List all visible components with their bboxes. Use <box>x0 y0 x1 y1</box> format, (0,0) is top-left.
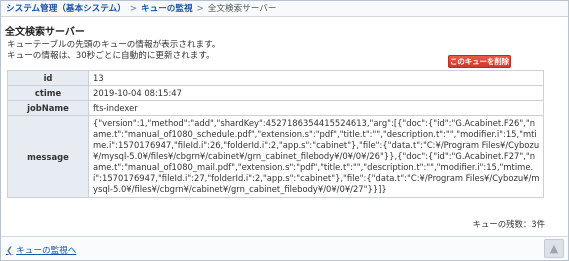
breadcrumb-system-admin[interactable]: システム管理（基本システム） <box>6 4 126 14</box>
jobname-label: jobName <box>7 100 89 116</box>
description-line-1: キューテーブルの先頭のキューの情報が表示されます。 <box>7 40 221 50</box>
chevron-left-icon: ❮ <box>6 246 14 256</box>
breadcrumb-current: 全文検索サーバー <box>207 4 277 14</box>
id-label: id <box>7 70 89 86</box>
queue-count: キューの残数：3件 <box>472 219 545 229</box>
chevron-up-icon: ▲ <box>549 242 559 255</box>
table-row-jobname: jobName fts-indexer <box>7 100 544 116</box>
table-row-message: message {"version":1,"method":"add","sha… <box>7 115 544 198</box>
ctime-label: ctime <box>7 85 89 101</box>
breadcrumb-separator: > <box>129 4 138 14</box>
jobname-value: fts-indexer <box>88 100 544 116</box>
table-row-ctime: ctime 2019-10-04 08:15:47 <box>7 85 544 101</box>
page-title: 全文検索サーバー <box>5 27 85 38</box>
scroll-to-top-button[interactable]: ▲ <box>544 239 564 258</box>
table-row-id: id 13 <box>7 70 544 86</box>
breadcrumb-queue-monitor[interactable]: キューの監視 <box>141 4 193 14</box>
breadcrumb: システム管理（基本システム） > キューの監視 > 全文検索サーバー <box>1 1 568 17</box>
message-label: message <box>7 115 89 198</box>
id-value: 13 <box>88 70 544 86</box>
ctime-value: 2019-10-04 08:15:47 <box>88 85 544 101</box>
description-line-2: キューの情報は、30秒ごとに自動的に更新されます。 <box>7 50 215 61</box>
message-value: {"version":1,"method":"add","shardKey":4… <box>88 115 544 198</box>
delete-queue-button[interactable]: このキューを削除 <box>448 55 511 68</box>
description: キューテーブルの先頭のキューの情報が表示されます。 キューの情報は、30秒ごとに… <box>7 40 220 61</box>
breadcrumb-separator: > <box>196 4 204 14</box>
back-link-label: キューの監視へ <box>16 246 77 256</box>
queue-detail-table: id 13 ctime 2019-10-04 08:15:47 jobName … <box>7 70 544 198</box>
back-to-queue-monitor-link[interactable]: ❮ キューの監視へ <box>6 244 76 256</box>
footer: ❮ キューの監視へ ▲ <box>1 236 568 260</box>
